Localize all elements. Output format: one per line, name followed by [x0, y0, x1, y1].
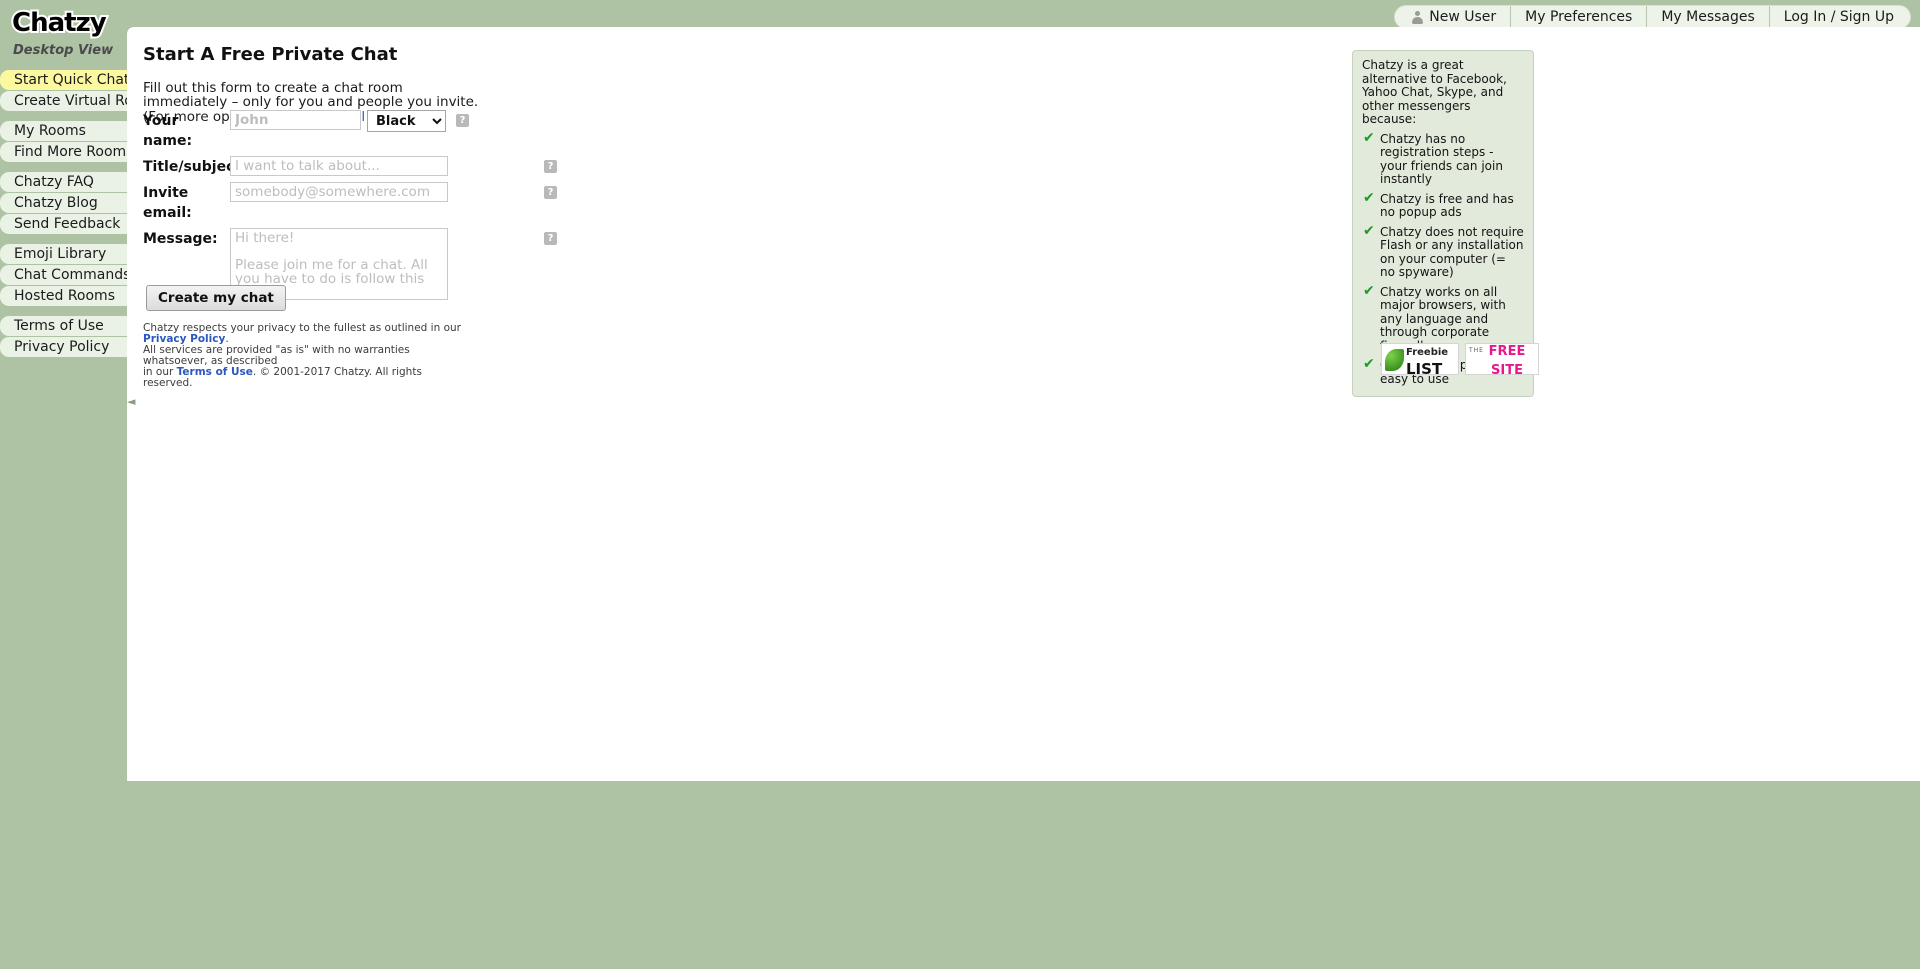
sidebar-item-chatzy-blog[interactable]: Chatzy Blog [0, 193, 127, 213]
email-label: Invite email: [143, 182, 230, 223]
check-icon: ✔ [1363, 132, 1375, 146]
title-label: Title/subject: [143, 156, 230, 177]
benefit-text: Chatzy does not require Flash or any ins… [1380, 225, 1524, 280]
sidebar-item-my-rooms[interactable]: My Rooms [0, 121, 127, 141]
nav-item-my-preferences[interactable]: My Preferences [1511, 6, 1647, 28]
form-row-email: Invite email: ? [143, 182, 557, 223]
freebie-badge-line1: Freebie [1406, 347, 1448, 358]
title-input[interactable] [230, 156, 448, 176]
sidebar-item-emoji-library[interactable]: Emoji Library [0, 244, 127, 264]
sidebar-item-terms-of-use[interactable]: Terms of Use [0, 316, 127, 336]
top-navigation-bar: New User My Preferences My Messages Log … [1395, 6, 1910, 28]
page-title: Start A Free Private Chat [143, 44, 397, 65]
help-icon-message[interactable]: ? [544, 232, 557, 245]
list-item: ✔ Chatzy is free and has no popup ads [1362, 193, 1524, 220]
benefit-text: Chatzy is free and has no popup ads [1380, 192, 1514, 220]
nav-item-log-in-sign-up-label: Log In / Sign Up [1784, 9, 1894, 25]
award-badges: Freebie LIST THE FREE SITE [1381, 343, 1539, 375]
name-label: Your name: [143, 110, 230, 151]
sidebar-item-create-virtual-room[interactable]: Create Virtual Room [0, 91, 127, 111]
free-site-badge-line2: SITE [1491, 363, 1523, 378]
benefit-text: Chatzy has no registration steps - your … [1380, 132, 1503, 187]
name-color-select[interactable]: BlackRedBlueGreenPurpleOrange [367, 110, 446, 132]
leaf-icon [1385, 349, 1404, 371]
legal-text: Chatzy respects your privacy to the full… [143, 323, 473, 389]
list-item: ✔ Chatzy has no registration steps - you… [1362, 133, 1524, 187]
legal-line2: All services are provided "as is" with n… [143, 344, 410, 367]
desktop-view-label[interactable]: Desktop View [13, 43, 113, 58]
sidebar-item-find-more-rooms[interactable]: Find More Rooms [0, 142, 127, 162]
sidebar-group-rooms: My Rooms Find More Rooms [0, 121, 127, 162]
sidebar-item-send-feedback[interactable]: Send Feedback [0, 214, 127, 234]
form-row-name: Your name: BlackRedBlueGreenPurpleOrange… [143, 110, 557, 151]
sidebar: Start Quick Chat Create Virtual Room My … [0, 70, 127, 367]
nav-item-my-preferences-label: My Preferences [1525, 9, 1632, 25]
nav-item-my-messages[interactable]: My Messages [1647, 6, 1769, 28]
info-box-lead: Chatzy is a great alternative to Faceboo… [1362, 59, 1524, 127]
sidebar-item-chat-commands[interactable]: Chat Commands [0, 265, 127, 285]
sidebar-group-tools: Emoji Library Chat Commands Hosted Rooms [0, 244, 127, 306]
free-site-badge-line1: FREE [1489, 344, 1526, 359]
nav-item-new-user-label: New User [1429, 9, 1496, 25]
sidebar-item-start-quick-chat[interactable]: Start Quick Chat [0, 70, 127, 90]
list-item: ✔ Chatzy does not require Flash or any i… [1362, 226, 1524, 280]
person-icon [1411, 11, 1424, 24]
name-input[interactable] [230, 110, 361, 130]
create-chat-form: Your name: BlackRedBlueGreenPurpleOrange… [143, 110, 557, 305]
nav-item-my-messages-label: My Messages [1661, 9, 1754, 25]
sidebar-group-chat: Start Quick Chat Create Virtual Room [0, 70, 127, 111]
help-icon-name[interactable]: ? [456, 114, 469, 127]
sidebar-item-hosted-rooms[interactable]: Hosted Rooms [0, 286, 127, 306]
check-icon: ✔ [1363, 358, 1375, 372]
chatzy-logo-text: Chatzy [12, 8, 106, 38]
chatzy-logo[interactable]: Chatzy [12, 8, 106, 38]
sidebar-item-chatzy-faq[interactable]: Chatzy FAQ [0, 172, 127, 192]
check-icon: ✔ [1363, 192, 1375, 206]
form-row-title: Title/subject: ? [143, 156, 557, 177]
check-icon: ✔ [1363, 285, 1375, 299]
sidebar-item-privacy-policy[interactable]: Privacy Policy [0, 337, 127, 357]
free-site-badge-pre: THE [1469, 347, 1484, 354]
create-my-chat-button[interactable]: Create my chat [146, 285, 286, 311]
freebie-list-badge[interactable]: Freebie LIST [1381, 343, 1459, 375]
sidebar-group-support: Chatzy FAQ Chatzy Blog Send Feedback [0, 172, 127, 234]
help-icon-title[interactable]: ? [544, 160, 557, 173]
sidebar-group-legal: Terms of Use Privacy Policy [0, 316, 127, 357]
sidebar-collapse-icon[interactable]: ◄ [127, 395, 135, 409]
freebie-badge-line2: LIST [1406, 360, 1442, 378]
the-free-site-badge[interactable]: THE FREE SITE [1465, 343, 1539, 375]
email-input[interactable] [230, 182, 448, 202]
nav-item-new-user[interactable]: New User [1395, 6, 1511, 28]
nav-item-log-in-sign-up[interactable]: Log In / Sign Up [1770, 6, 1910, 28]
check-icon: ✔ [1363, 225, 1375, 239]
message-label: Message: [143, 228, 230, 249]
help-icon-email[interactable]: ? [544, 186, 557, 199]
